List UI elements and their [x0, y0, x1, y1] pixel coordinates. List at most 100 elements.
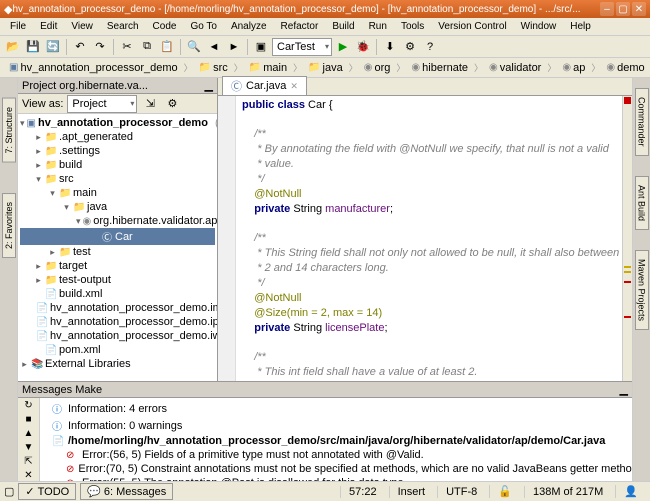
paste-icon[interactable]: 📋	[158, 38, 176, 56]
menu-help[interactable]: Help	[564, 20, 597, 33]
tree-item[interactable]: ▸📁test-output	[20, 273, 215, 287]
export-icon[interactable]: ⇱	[21, 455, 37, 467]
code-gutter[interactable]	[218, 96, 236, 381]
help-icon[interactable]: ?	[421, 38, 439, 56]
tree-item[interactable]: ▸📁build	[20, 158, 215, 172]
insert-mode[interactable]: Insert	[389, 486, 434, 498]
stop-icon[interactable]: ■	[21, 414, 37, 426]
collapse-handle[interactable]: ▾	[20, 118, 25, 129]
favorites-tool-tab[interactable]: 2: Favorites	[2, 193, 16, 258]
maven-tool-tab[interactable]: Maven Projects	[635, 250, 649, 330]
next-icon[interactable]: ▼	[21, 441, 37, 453]
minimize-button[interactable]: –	[600, 2, 614, 16]
project-tree[interactable]: ▾▣hv_annotation_processor_demo (/home ▸📁…	[18, 114, 217, 381]
close-icon[interactable]: ✕	[21, 469, 37, 481]
close-window-button[interactable]: ✕	[632, 2, 646, 16]
error-stripe[interactable]	[622, 96, 632, 381]
warning-mark[interactable]	[624, 271, 631, 273]
save-icon[interactable]: 💾	[24, 38, 42, 56]
prev-icon[interactable]: ▲	[21, 428, 37, 440]
menu-window[interactable]: Window	[515, 20, 563, 33]
collapse-handle[interactable]: ▾	[48, 188, 57, 199]
menu-file[interactable]: File	[4, 20, 32, 33]
hector-icon[interactable]: 👤	[615, 485, 646, 498]
msg-info[interactable]: ⓘInformation: 0 warnings	[42, 417, 630, 434]
tree-item[interactable]: ▾📁main	[20, 186, 215, 200]
menu-refactor[interactable]: Refactor	[275, 20, 325, 33]
make-icon[interactable]: ▣	[252, 38, 270, 56]
encoding[interactable]: UTF-8	[437, 486, 485, 498]
tree-item[interactable]: ▸📚External Libraries	[20, 357, 215, 371]
run-icon[interactable]: ▶	[334, 38, 352, 56]
menu-edit[interactable]: Edit	[34, 20, 63, 33]
tree-item[interactable]: ▾📁java	[20, 200, 215, 214]
find-icon[interactable]: 🔍	[185, 38, 203, 56]
structure-tool-tab[interactable]: 7: Structure	[2, 98, 16, 163]
forward-icon[interactable]: ►	[225, 38, 243, 56]
tree-item[interactable]: 📄hv_annotation_processor_demo.ipr	[20, 315, 215, 329]
vcs-icon[interactable]: ⬇	[381, 38, 399, 56]
tree-item-selected[interactable]: ⒸCar	[20, 228, 215, 245]
tree-item[interactable]: ▸📁target	[20, 259, 215, 273]
gear-icon[interactable]: ⚙	[163, 95, 181, 113]
rerun-icon[interactable]: ↻	[21, 400, 37, 412]
msg-error[interactable]: ⊘Error:(70, 5) Constraint annotations mu…	[42, 462, 630, 476]
messages-tree[interactable]: ⓘInformation: 4 errors ⓘInformation: 0 w…	[40, 398, 632, 481]
open-icon[interactable]: 📂	[4, 38, 22, 56]
expand-handle[interactable]: ▸	[34, 160, 43, 171]
menu-search[interactable]: Search	[101, 20, 145, 33]
tree-item[interactable]: ▾◉org.hibernate.validator.ap.demo	[20, 214, 215, 228]
run-config-combo[interactable]: CarTest	[272, 38, 332, 56]
tree-item[interactable]: ▸📁test	[20, 245, 215, 259]
maximize-button[interactable]: ▢	[616, 2, 630, 16]
bc-demo[interactable]: ◉demo	[601, 60, 649, 76]
error-mark[interactable]	[624, 316, 631, 318]
expand-handle[interactable]: ▸	[34, 275, 43, 286]
bc-src[interactable]: 📁src	[194, 60, 233, 76]
expand-handle[interactable]: ▸	[48, 247, 57, 258]
error-mark[interactable]	[624, 281, 631, 283]
minimize-panel-icon[interactable]: ▁	[205, 79, 213, 92]
expand-handle[interactable]: ▸	[34, 146, 43, 157]
cut-icon[interactable]: ✂	[118, 38, 136, 56]
messages-button[interactable]: 💬 6: Messages	[80, 483, 173, 500]
menu-tools[interactable]: Tools	[395, 20, 430, 33]
collapse-handle[interactable]: ▾	[34, 174, 43, 185]
bc-java[interactable]: 📁java	[303, 60, 348, 76]
editor-tab[interactable]: Ⓒ Car.java ✕	[222, 76, 307, 95]
lock-icon[interactable]: 🔓	[489, 485, 520, 498]
collapse-handle[interactable]: ▾	[62, 202, 71, 213]
close-tab-icon[interactable]: ✕	[290, 81, 298, 92]
menu-run[interactable]: Run	[363, 20, 393, 33]
tree-item[interactable]: ▸📁.apt_generated	[20, 130, 215, 144]
expand-handle[interactable]: ▸	[34, 132, 43, 143]
ant-tool-tab[interactable]: Ant Build	[635, 176, 649, 230]
code-area[interactable]: public class Car { /** * By annotating t…	[236, 96, 622, 381]
error-summary-mark[interactable]	[624, 97, 631, 104]
collapse-handle[interactable]: ▾	[76, 216, 81, 227]
bc-org[interactable]: ◉org	[359, 60, 396, 76]
bc-root[interactable]: ▣hv_annotation_processor_demo	[4, 60, 183, 76]
redo-icon[interactable]: ↷	[91, 38, 109, 56]
tree-item[interactable]: 📄hv_annotation_processor_demo.iml	[20, 301, 215, 315]
undo-icon[interactable]: ↶	[71, 38, 89, 56]
memory-indicator[interactable]: 138M of 217M	[524, 486, 611, 498]
debug-icon[interactable]: 🐞	[354, 38, 372, 56]
tree-item[interactable]: 📄hv_annotation_processor_demo.iws	[20, 329, 215, 343]
menu-code[interactable]: Code	[147, 20, 183, 33]
collapse-icon[interactable]: ⇲	[141, 95, 159, 113]
bc-validator[interactable]: ◉validator	[484, 60, 546, 76]
tree-root[interactable]: ▾▣hv_annotation_processor_demo (/home	[20, 116, 215, 130]
warning-mark[interactable]	[624, 266, 631, 268]
bc-ap[interactable]: ◉ap	[557, 60, 590, 76]
view-mode-combo[interactable]: Project	[67, 95, 137, 113]
msg-info[interactable]: ⓘInformation: 4 errors	[42, 400, 630, 417]
settings-icon[interactable]: ⚙	[401, 38, 419, 56]
menu-view[interactable]: View	[65, 20, 99, 33]
bc-main[interactable]: 📁main	[244, 60, 292, 76]
menu-goto[interactable]: Go To	[184, 20, 223, 33]
expand-handle[interactable]: ▸	[20, 359, 29, 370]
tree-item[interactable]: 📄build.xml	[20, 287, 215, 301]
tree-item[interactable]: ▸📁.settings	[20, 144, 215, 158]
tree-item[interactable]: ▾📁src	[20, 172, 215, 186]
